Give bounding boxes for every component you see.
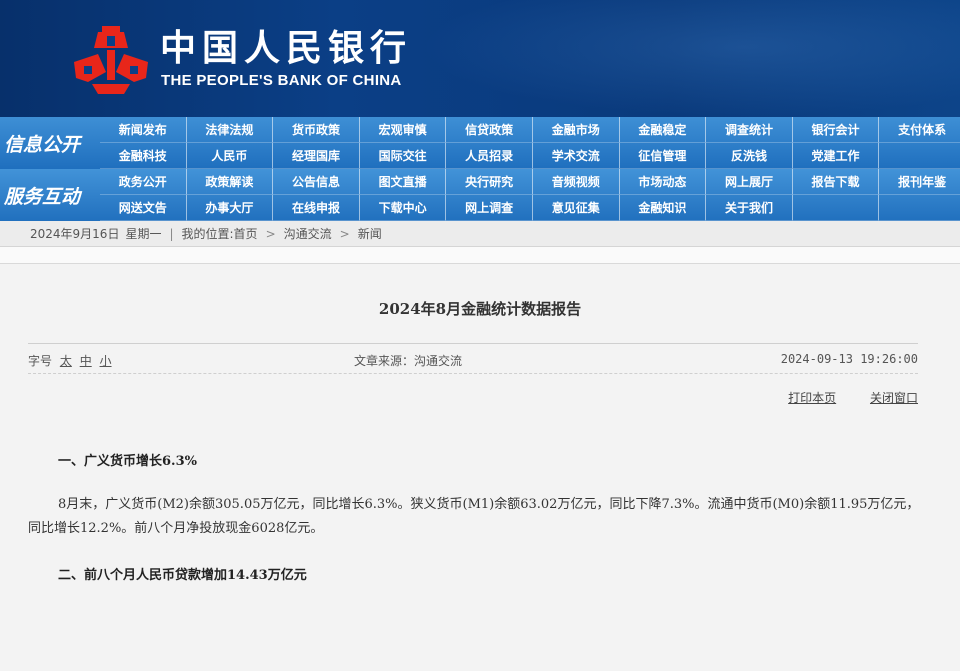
banner-decoration <box>420 0 960 117</box>
current-weekday: 星期一 <box>125 227 162 241</box>
article-title: 2024年8月金融统计数据报告 <box>378 300 582 318</box>
nav-service-item-13[interactable]: 下载中心 <box>359 195 447 221</box>
nav-service-item-9[interactable]: 报刊年鉴 <box>879 169 960 195</box>
nav-info-item-13[interactable]: 国际交往 <box>359 143 447 169</box>
nav-service-item-2[interactable]: 公告信息 <box>273 169 360 195</box>
breadcrumb-separator: > <box>339 226 350 241</box>
font-size-large-button[interactable]: 太 <box>60 354 72 368</box>
nav-group-label-info: 信息公开 <box>4 133 81 156</box>
nav-info-item-9[interactable]: 支付体系 <box>879 117 960 143</box>
nav-info-item-1[interactable]: 法律法规 <box>186 117 274 143</box>
nav-service-empty-cell <box>792 195 880 221</box>
nav-service-item-14[interactable]: 网上调查 <box>446 195 533 221</box>
font-size-small-button[interactable]: 小 <box>100 354 112 368</box>
close-window-link[interactable]: 关闭窗口 <box>870 391 918 405</box>
nav-info-item-6[interactable]: 金融稳定 <box>619 117 707 143</box>
nav-service-item-12[interactable]: 在线申报 <box>273 195 360 221</box>
section-body-1: 8月末，广义货币(M2)余额305.05万亿元，同比增长6.3%。狭义货币(M1… <box>28 497 920 536</box>
nav-service-item-6[interactable]: 市场动态 <box>619 169 707 195</box>
nav-info-item-14[interactable]: 人员招录 <box>446 143 533 169</box>
main-nav: 信息公开 新闻发布 法律法规 货币政策 宏观审慎 信贷政策 金融市场 金融稳定 调查统计 银行会… <box>0 117 960 221</box>
divider-strip <box>0 247 960 264</box>
nav-service-item-10[interactable]: 网送文告 <box>100 195 187 221</box>
nav-service-item-5[interactable]: 音频视频 <box>532 169 620 195</box>
nav-service-item-7[interactable]: 网上展厅 <box>706 169 793 195</box>
nav-grid-service: 政务公开 政策解读 公告信息 图文直播 央行研究 音频视频 市场动态 网上展厅 报告下载 报刊年鉴… <box>100 169 960 221</box>
nav-service-item-8[interactable]: 报告下载 <box>792 169 880 195</box>
nav-service-item-11[interactable]: 办事大厅 <box>186 195 274 221</box>
nav-info-item-2[interactable]: 货币政策 <box>273 117 360 143</box>
nav-group-service: 服务互动 政务公开 政策解读 公告信息 图文直播 央行研究 音频视频 市场动态 网上展厅 报告下… <box>0 169 960 221</box>
breadcrumb-separator: > <box>265 226 276 241</box>
font-size-control: 字号 太 中 小 <box>28 352 112 369</box>
nav-info-item-8[interactable]: 银行会计 <box>792 117 880 143</box>
nav-info-item-12[interactable]: 经理国库 <box>273 143 360 169</box>
nav-service-item-1[interactable]: 政策解读 <box>186 169 274 195</box>
nav-service-item-3[interactable]: 图文直播 <box>359 169 447 195</box>
breadcrumb-news-link[interactable]: 新闻 <box>358 225 382 242</box>
nav-group-info-public: 信息公开 新闻发布 法律法规 货币政策 宏观审慎 信贷政策 金融市场 金融稳定 调查统计 银行会… <box>0 117 960 169</box>
nav-grid-info: 新闻发布 法律法规 货币政策 宏观审慎 信贷政策 金融市场 金融稳定 调查统计 银行会计 支付体系… <box>100 117 960 169</box>
nav-service-item-16[interactable]: 金融知识 <box>619 195 707 221</box>
nav-service-item-17[interactable]: 关于我们 <box>706 195 793 221</box>
header-banner: 中国人民银行 THE PEOPLE'S BANK OF CHINA <box>0 0 960 117</box>
section-heading-2: 二、前八个月人民币贷款增加14.43万亿元 <box>58 568 307 583</box>
nav-info-item-11[interactable]: 人民币 <box>186 143 274 169</box>
nav-info-item-4[interactable]: 信贷政策 <box>446 117 533 143</box>
nav-service-empty-cell <box>879 195 960 221</box>
breadcrumb-home-link[interactable]: 我的位置:首页 <box>182 225 258 242</box>
section-heading-1: 一、广义货币增长6.3% <box>58 454 197 469</box>
nav-info-item-17[interactable]: 反洗钱 <box>706 143 793 169</box>
nav-info-item-5[interactable]: 金融市场 <box>532 117 620 143</box>
nav-info-item-10[interactable]: 金融科技 <box>100 143 187 169</box>
nav-info-item-18[interactable]: 党建工作 <box>792 143 880 169</box>
breadcrumb-communication-link[interactable]: 沟通交流 <box>284 225 332 242</box>
bank-name-en: THE PEOPLE'S BANK OF CHINA <box>161 72 402 89</box>
article-tools: 打印本页 关闭窗口 <box>758 389 918 406</box>
nav-info-item-0[interactable]: 新闻发布 <box>100 117 187 143</box>
article-meta: 字号 太 中 小 文章来源：沟通交流 2024-09-13 19:26:00 <box>28 352 918 372</box>
breadcrumb: 2024年9月16日 星期一 | 我的位置:首页 > 沟通交流 > 新闻 <box>0 221 960 247</box>
divider <box>28 343 918 344</box>
nav-info-item-3[interactable]: 宏观审慎 <box>359 117 447 143</box>
article-datetime: 2024-09-13 19:26:00 <box>780 352 918 366</box>
nav-service-item-15[interactable]: 意见征集 <box>532 195 620 221</box>
current-date: 2024年9月16日 <box>30 227 120 241</box>
nav-info-item-16[interactable]: 征信管理 <box>619 143 707 169</box>
nav-info-item-15[interactable]: 学术交流 <box>532 143 620 169</box>
pboc-logo-icon[interactable] <box>72 26 150 96</box>
nav-service-item-4[interactable]: 央行研究 <box>446 169 533 195</box>
nav-group-label-service: 服务互动 <box>4 185 81 208</box>
font-size-label: 字号 <box>28 354 53 368</box>
nav-info-item-7[interactable]: 调查统计 <box>706 117 793 143</box>
font-size-medium-button[interactable]: 中 <box>80 354 92 368</box>
article-source: 文章来源：沟通交流 <box>354 354 463 368</box>
bank-name-cn: 中国人民银行 <box>160 27 413 69</box>
divider <box>28 373 918 374</box>
nav-service-item-0[interactable]: 政务公开 <box>100 169 187 195</box>
nav-info-empty-cell <box>879 143 960 169</box>
print-page-link[interactable]: 打印本页 <box>788 391 836 405</box>
article-container: 2024年8月金融统计数据报告 字号 太 中 小 文章来源：沟通交流 2024-… <box>0 264 960 671</box>
